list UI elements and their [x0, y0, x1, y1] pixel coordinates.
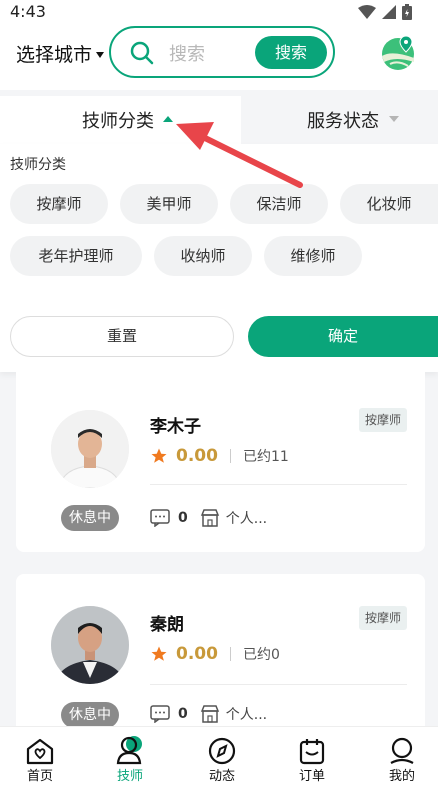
technician-name: 秦朗 — [150, 615, 184, 635]
profile-icon — [390, 737, 414, 764]
search-button[interactable]: 搜索 — [255, 36, 327, 69]
star-icon — [151, 646, 167, 661]
chip-massage[interactable]: 按摩师 — [10, 184, 108, 224]
rating-value: 0.00 — [176, 446, 218, 466]
technician-card[interactable]: 休息中 李木子 按摩师 0.00 已约11 0 个人... — [16, 372, 425, 552]
avatar — [51, 606, 129, 684]
comment-icon — [150, 509, 170, 527]
tab-service-status[interactable]: 服务状态 — [241, 96, 438, 144]
technician-card[interactable]: 休息中 秦朗 按摩师 0.00 已约0 0 个人... — [16, 574, 425, 734]
status-bar: 4:43 — [0, 0, 438, 24]
nav-item-home[interactable]: 首页 — [10, 733, 70, 784]
nav-item-profile[interactable]: 我的 — [372, 733, 432, 784]
home-icon — [26, 738, 54, 765]
tab-technician-category[interactable]: 技师分类 — [0, 96, 241, 144]
meta-row: 0 个人... — [150, 508, 267, 528]
nav-label: 动态 — [208, 769, 235, 784]
avatar — [51, 410, 129, 488]
divider — [229, 449, 231, 463]
nav-item-orders[interactable]: 订单 — [282, 733, 342, 784]
city-label: 选择城市 — [16, 44, 93, 66]
comment-icon — [150, 705, 170, 723]
rating-row: 0.00 已约0 — [150, 644, 280, 664]
confirm-button[interactable]: 确定 — [248, 316, 438, 357]
nav-item-moments[interactable]: 动态 — [192, 733, 252, 784]
caret-up-icon — [163, 116, 173, 122]
chip-repair[interactable]: 维修师 — [264, 236, 362, 276]
nav-label: 技师 — [116, 769, 143, 784]
category-tag: 按摩师 — [358, 606, 407, 630]
booked-count: 已约0 — [242, 647, 280, 663]
nav-label: 我的 — [388, 769, 415, 784]
rating-row: 0.00 已约11 — [150, 446, 289, 466]
order-icon — [299, 739, 325, 765]
shop-label: 个人... — [225, 511, 268, 527]
technician-name: 李木子 — [150, 417, 201, 437]
city-selector[interactable]: 选择城市 — [16, 40, 105, 67]
rating-value: 0.00 — [176, 644, 218, 664]
filter-tabs: 技师分类 服务状态 — [0, 96, 438, 144]
wifi-icon — [358, 5, 376, 19]
status-badge: 休息中 — [61, 505, 119, 531]
booked-count: 已约11 — [242, 449, 289, 465]
category-tag: 按摩师 — [358, 408, 407, 432]
technician-icon — [116, 736, 142, 765]
meta-row: 0 个人... — [150, 704, 267, 724]
reset-button[interactable]: 重置 — [10, 316, 234, 357]
battery-icon — [402, 4, 412, 20]
comment-count: 0 — [178, 706, 188, 722]
nav-item-technician[interactable]: 技师 — [100, 733, 160, 784]
category-panel: 技师分类 按摩师 美甲师 保洁师 化妆师 老年护理师 收纳师 维修师 重置 确定 — [0, 144, 438, 372]
comment-count: 0 — [178, 510, 188, 526]
tab-label: 服务状态 — [307, 111, 379, 132]
chevron-down-icon — [96, 51, 105, 58]
map-location-icon[interactable] — [380, 34, 416, 70]
chip-organizer[interactable]: 收纳师 — [154, 236, 252, 276]
chip-makeup[interactable]: 化妆师 — [340, 184, 438, 224]
compass-icon — [208, 737, 236, 765]
nav-label: 订单 — [298, 769, 325, 784]
shop-label: 个人... — [225, 707, 268, 723]
chip-cleaning[interactable]: 保洁师 — [230, 184, 328, 224]
status-badge: 休息中 — [61, 702, 119, 728]
bottom-nav: 首页 技师 动态 订单 我的 — [0, 726, 438, 789]
chip-elderly-care[interactable]: 老年护理师 — [10, 236, 142, 276]
divider — [229, 647, 231, 661]
shop-icon — [200, 705, 219, 723]
chip-manicure[interactable]: 美甲师 — [120, 184, 218, 224]
header: 选择城市 搜索 搜索 — [0, 24, 438, 90]
nav-label: 首页 — [26, 769, 53, 784]
search-bar[interactable]: 搜索 搜索 — [109, 26, 335, 78]
tab-label: 技师分类 — [82, 111, 154, 132]
status-icons — [358, 4, 412, 20]
shop-icon — [200, 509, 219, 527]
caret-down-icon — [389, 116, 399, 122]
panel-title: 技师分类 — [10, 157, 66, 173]
status-time: 4:43 — [10, 2, 46, 21]
star-icon — [151, 448, 167, 463]
search-icon — [130, 41, 154, 65]
divider — [150, 684, 407, 685]
search-input[interactable]: 搜索 — [169, 40, 205, 66]
signal-icon — [382, 5, 396, 19]
divider — [150, 484, 407, 485]
